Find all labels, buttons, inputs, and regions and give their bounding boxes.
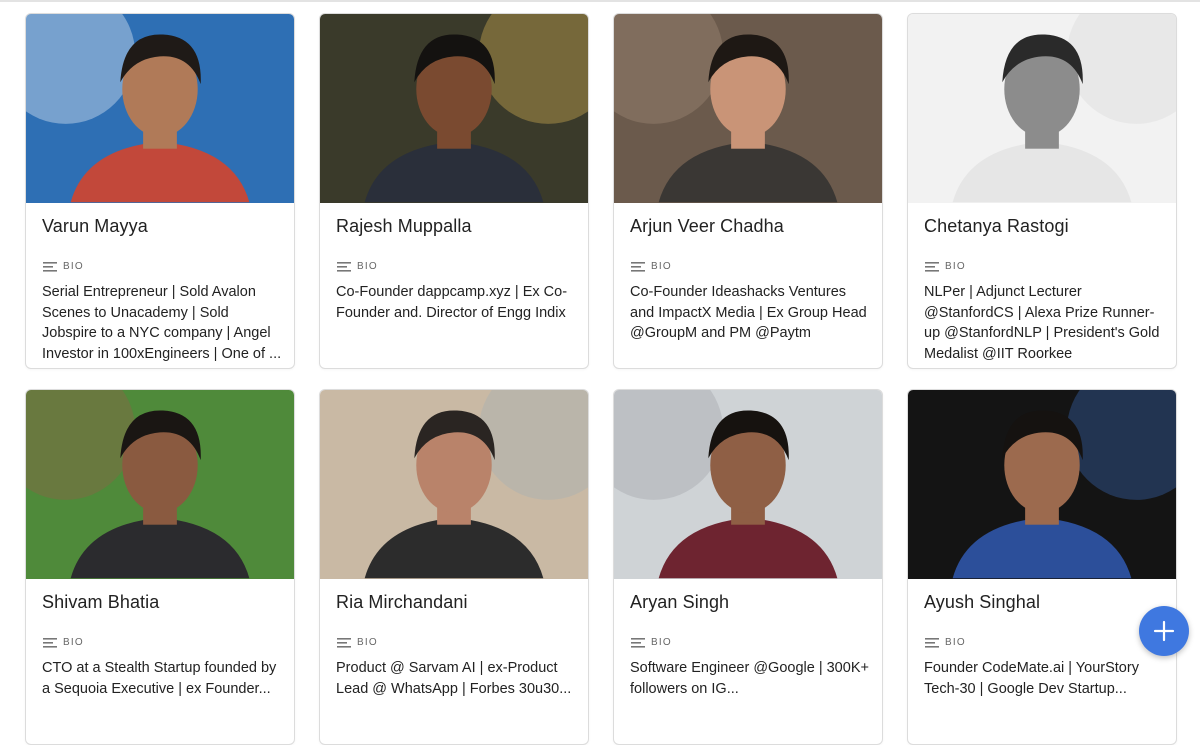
bio-label-text: BIO [357,637,378,648]
profile-card[interactable]: Rajesh Muppalla BIO Co-Founder dappcamp.xy… [319,13,589,369]
profile-photo [908,14,1176,203]
profile-name: Rajesh Muppalla [336,216,472,236]
bio-label: BIO [925,261,966,272]
text-lines-icon [631,261,645,272]
bio-label: BIO [631,637,672,648]
profile-photo [908,390,1176,579]
profile-name: Shivam Bhatia [42,592,160,612]
bio-label: BIO [925,637,966,648]
text-lines-icon [337,261,351,272]
bio-text: CTO at a Stealth Startup founded by a Se… [42,660,277,697]
profile-photo [614,390,882,579]
profile-photo [26,390,294,579]
plus-icon [1153,620,1175,642]
text-lines-icon [925,637,939,648]
profile-card[interactable]: Ria Mirchandani BIO Product @ Sarvam AI | … [319,389,589,745]
portrait-illustration [364,14,588,203]
top-divider [0,0,1200,2]
bio-label-text: BIO [945,637,966,648]
bio-label: BIO [631,261,672,272]
bio-label-text: BIO [651,261,672,272]
bio-label-text: BIO [63,637,84,648]
profile-name: Varun Mayya [42,216,148,236]
profile-card[interactable]: Shivam Bhatia BIO CTO at a Stealth Startup… [25,389,295,745]
profile-name: Arjun Veer Chadha [630,216,784,236]
profile-name: Aryan Singh [630,592,730,612]
bio-label-text: BIO [63,261,84,272]
portrait-illustration [614,14,838,203]
bio-label: BIO [337,637,378,648]
bio-text: Software Engineer @Google | 300K+ follow… [630,660,869,697]
bio-label-text: BIO [357,261,378,272]
profile-card[interactable]: Aryan Singh BIO Software Engineer @Google … [613,389,883,745]
profile-photo [320,14,588,203]
text-lines-icon [631,637,645,648]
profile-photo [320,390,588,579]
profile-name: Ayush Singhal [924,592,1041,612]
profile-photo [614,14,882,203]
portrait-illustration [952,390,1176,579]
profile-photo [26,14,294,203]
profile-card[interactable]: Ayush Singhal BIO Founder CodeMate.ai | Yo… [907,389,1177,745]
bio-label: BIO [43,637,84,648]
add-profile-button[interactable] [1139,606,1189,656]
text-lines-icon [43,637,57,648]
bio-label: BIO [337,261,378,272]
text-lines-icon [43,261,57,272]
profile-name: Chetanya Rastogi [924,216,1069,236]
portrait-illustration [952,14,1176,203]
text-lines-icon [337,637,351,648]
bio-text: Founder CodeMate.ai | YourStory Tech-30 … [924,660,1139,697]
bio-label-text: BIO [945,261,966,272]
portrait-illustration [614,390,838,579]
profile-grid: Varun Mayya BIO Serial Entrepreneur | Sold… [25,13,1177,745]
bio-text: Product @ Sarvam AI | ex-Product Lead @ … [336,660,572,697]
profile-card[interactable]: Varun Mayya BIO Serial Entrepreneur | Sold… [25,13,295,369]
bio-text: NLPer | Adjunct Lecturer @StanfordCS | A… [924,284,1160,362]
text-lines-icon [925,261,939,272]
bio-text: Co-Founder Ideashacks Ventures and Impac… [630,284,867,341]
profile-card[interactable]: Arjun Veer Chadha BIO Co-Founder Ideashack… [613,13,883,369]
portrait-illustration [364,390,588,579]
profile-name: Ria Mirchandani [336,592,468,612]
portrait-illustration [26,14,250,203]
profile-card[interactable]: Chetanya Rastogi BIO NLPer | Adjunct Lectu… [907,13,1177,369]
portrait-illustration [26,390,250,579]
bio-text: Serial Entrepreneur | Sold Avalon Scenes… [42,284,282,362]
bio-label-text: BIO [651,637,672,648]
bio-label: BIO [43,261,84,272]
bio-text: Co-Founder dappcamp.xyz | Ex Co-Founder … [336,284,568,321]
